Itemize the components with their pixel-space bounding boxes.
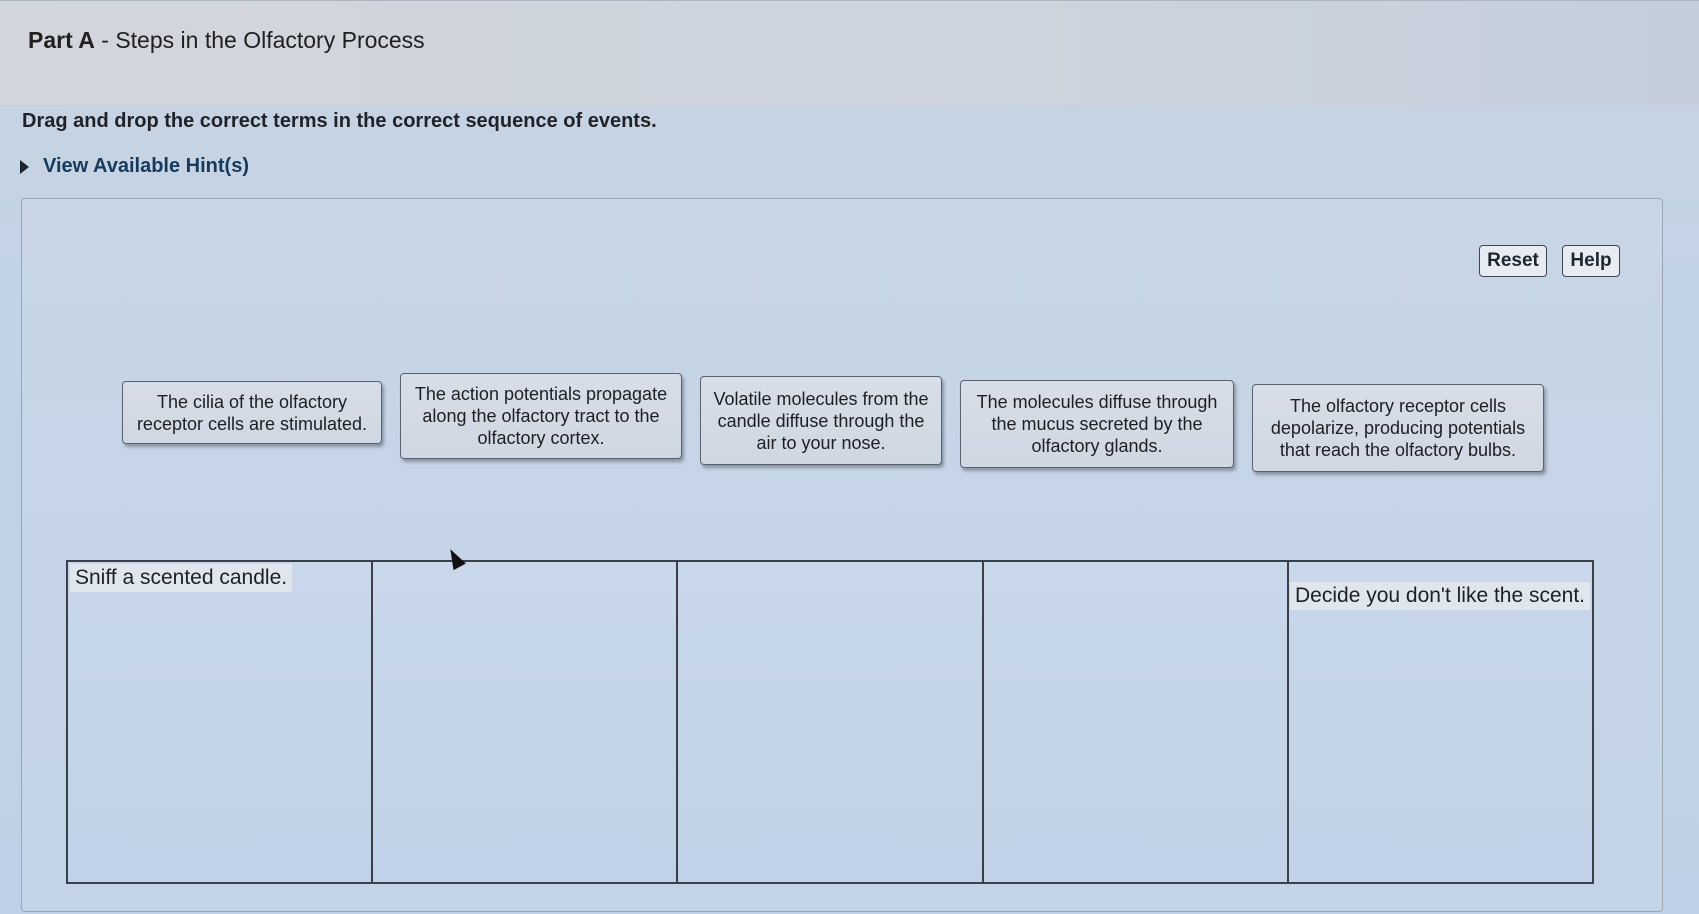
caret-right-icon [20, 159, 29, 174]
drop-slot-4[interactable] [984, 562, 1289, 882]
view-hints-label: View Available Hint(s) [43, 155, 249, 177]
drop-slot-1[interactable]: Sniff a scented candle. [68, 562, 374, 882]
instructions: Drag and drop the correct terms in the c… [22, 110, 657, 132]
term-card[interactable]: The molecules diffuse through the mucus … [960, 380, 1234, 468]
term-card[interactable]: Volatile molecules from the candle diffu… [700, 376, 942, 465]
help-button[interactable]: Help [1562, 245, 1620, 277]
sequence-end-label: Decide you don't like the scent. [1290, 582, 1591, 610]
term-card[interactable]: The action potentials propagate along th… [400, 373, 682, 459]
sequence-drop-zone: Sniff a scented candle. Decide you don't… [66, 560, 1594, 884]
reset-button[interactable]: Reset [1479, 245, 1547, 277]
sequence-start-label: Sniff a scented candle. [70, 564, 293, 592]
term-card[interactable]: The cilia of the olfactory receptor cell… [122, 381, 382, 444]
term-card[interactable]: The olfactory receptor cells depolarize,… [1252, 384, 1544, 472]
part-title-text: - Steps in the Olfactory Process [94, 27, 425, 53]
view-hints-link[interactable]: View Available Hint(s) [20, 155, 249, 178]
part-title: Part A - Steps in the Olfactory Process [28, 27, 425, 54]
part-header: Part A - Steps in the Olfactory Process [0, 0, 1699, 105]
drop-slot-2[interactable] [373, 562, 679, 882]
drop-slot-3[interactable] [678, 562, 984, 882]
drop-slot-5[interactable]: Decide you don't like the scent. [1289, 562, 1592, 882]
part-label: Part A [28, 27, 95, 53]
